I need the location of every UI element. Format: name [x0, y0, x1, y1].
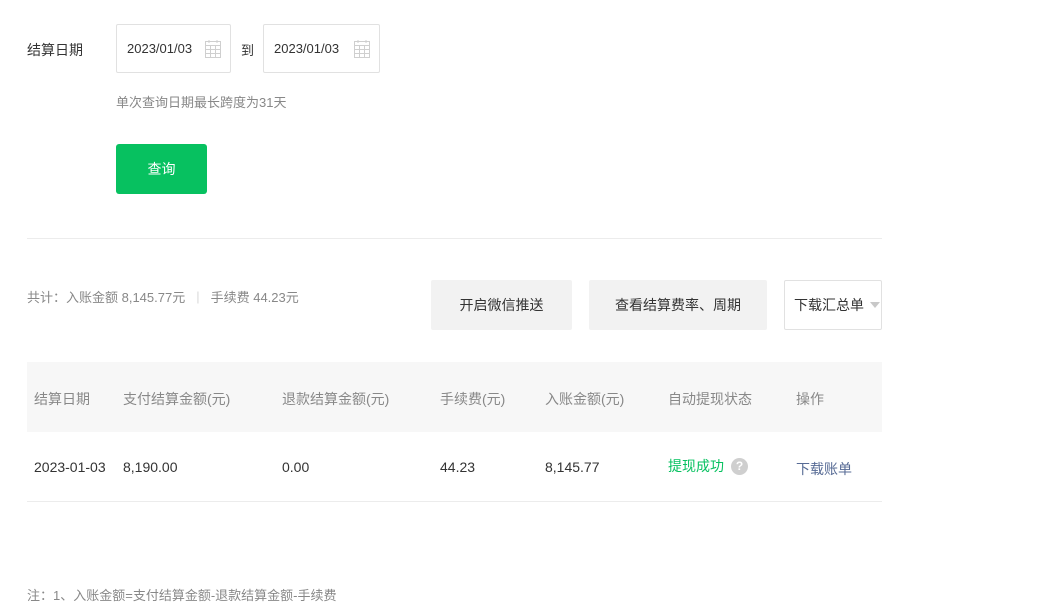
cell-refund-amount: 0.00: [282, 459, 310, 475]
end-date-value: 2023/01/03: [274, 41, 340, 56]
cell-withdraw-status: 提现成功 ?: [668, 456, 748, 476]
view-rate-cycle-button[interactable]: 查看结算费率、周期: [589, 280, 767, 330]
wechat-push-button[interactable]: 开启微信推送: [431, 280, 572, 330]
summary-separator: |: [196, 289, 200, 304]
th-withdraw-status: 自动提现状态: [668, 391, 752, 407]
settlement-summary: 共计：入账金额 8,145.77元 | 手续费 44.23元: [27, 287, 299, 306]
download-summary-select[interactable]: 下载汇总单: [784, 280, 882, 330]
th-operation: 操作: [796, 391, 824, 407]
end-date-input[interactable]: 2023/01/03: [263, 24, 380, 73]
th-fee: 手续费(元): [440, 391, 506, 407]
calendar-icon[interactable]: [354, 39, 370, 58]
th-income: 入账金额(元): [545, 391, 625, 407]
status-badge: 提现成功: [668, 458, 724, 474]
start-date-input[interactable]: 2023/01/03: [116, 24, 231, 73]
start-date-value: 2023/01/03: [127, 41, 193, 56]
footnote: 注：1、入账金额=支付结算金额-退款结算金额-手续费: [27, 588, 337, 603]
th-pay-amount: 支付结算金额(元): [123, 391, 231, 407]
summary-income: 共计：入账金额 8,145.77元: [27, 290, 186, 305]
download-summary-label: 下载汇总单: [794, 297, 864, 313]
cell-pay-amount: 8,190.00: [123, 459, 178, 475]
download-bill-link[interactable]: 下载账单: [796, 459, 852, 479]
calendar-icon[interactable]: [205, 39, 221, 58]
date-span-hint: 单次查询日期最长跨度为31天: [116, 95, 287, 110]
chevron-down-icon: [870, 302, 880, 308]
summary-fee: 手续费 44.23元: [210, 290, 299, 305]
cell-income: 8,145.77: [545, 459, 600, 475]
help-icon[interactable]: ?: [731, 457, 748, 475]
settlement-date-label: 结算日期: [27, 42, 83, 58]
th-refund-amount: 退款结算金额(元): [282, 391, 390, 407]
query-button[interactable]: 查询: [116, 144, 207, 194]
date-range-to-label: 到: [241, 43, 255, 58]
row-divider: [27, 501, 882, 502]
cell-fee: 44.23: [440, 459, 476, 475]
th-settlement-date: 结算日期: [34, 391, 90, 407]
cell-date: 2023-01-03: [34, 459, 106, 475]
section-divider: [27, 238, 882, 239]
